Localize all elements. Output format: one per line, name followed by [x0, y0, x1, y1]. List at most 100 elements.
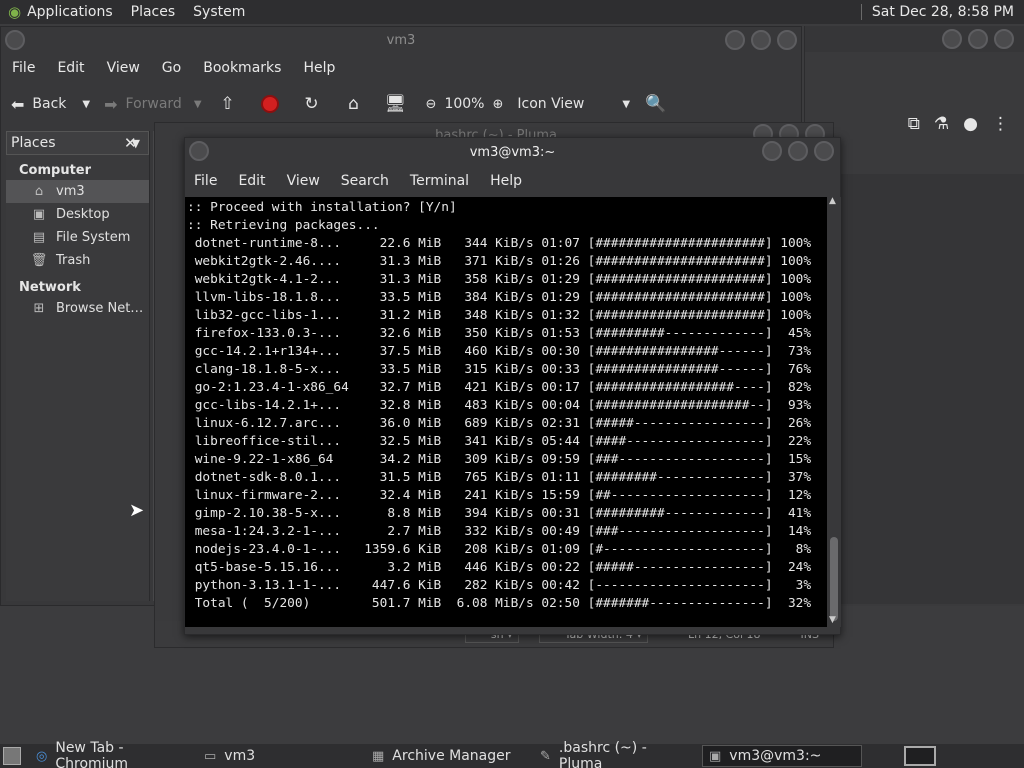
chromium-icon: ◎ [36, 748, 48, 764]
reload-icon[interactable]: ↻ [300, 92, 324, 116]
menu-help[interactable]: Help [303, 60, 335, 76]
chromium-page[interactable] [841, 174, 1024, 604]
extensions-icon[interactable]: ⧉ [908, 114, 920, 134]
menu-view[interactable]: View [107, 60, 140, 76]
file-manager-titlebar[interactable]: vm3 [1, 27, 801, 53]
places-sidebar: Places ▼ ✕ Computer ⌂ vm3 ▣ Desktop ▤ Fi… [6, 131, 150, 601]
forward-arrow-icon: ➡ [104, 94, 118, 114]
menu-edit[interactable]: Edit [238, 173, 265, 189]
sidebar-item-label: Browse Net… [56, 301, 144, 316]
task-label: New Tab - Chromium [55, 740, 129, 768]
sidebar-item-vm3[interactable]: ⌂ vm3 [6, 180, 149, 203]
close-button[interactable] [994, 29, 1014, 49]
menu-view[interactable]: View [287, 173, 320, 189]
chromium-titlebar[interactable] [805, 26, 1024, 52]
sidebar-section-network: Network [19, 280, 81, 295]
show-desktop-button[interactable] [3, 747, 21, 765]
labs-icon[interactable]: ⚗ [934, 114, 949, 134]
maximize-button[interactable] [751, 30, 771, 50]
sidebar-item-desktop[interactable]: ▣ Desktop [6, 203, 149, 226]
forward-label: Forward [125, 96, 182, 112]
terminal-output[interactable]: :: Proceed with installation? [Y/n]:: Re… [185, 197, 827, 627]
folder-icon: ▭ [204, 748, 217, 764]
terminal-line: clang-18.1.8-5-x... 33.5 MiB 315 KiB/s 0… [187, 362, 812, 377]
task-pluma[interactable]: ✎ .bashrc (~) - Pluma [534, 740, 694, 768]
text-editor-icon: ✎ [540, 748, 551, 764]
task-file-manager[interactable]: ▭ vm3 [198, 745, 358, 767]
terminal-line: Total ( 5/200) 501.7 MiB 6.08 MiB/s 02:5… [187, 596, 812, 611]
computer-icon[interactable]: 🖥 [384, 92, 408, 116]
menu-go[interactable]: Go [162, 60, 181, 76]
close-sidebar-icon[interactable]: ✕ [124, 134, 137, 152]
minimize-button[interactable] [725, 30, 745, 50]
terminal-title: vm3@vm3:~ [469, 144, 556, 160]
clock[interactable]: Sat Dec 28, 8:58 PM [860, 0, 1024, 24]
sidebar-item-label: Desktop [56, 207, 110, 222]
sidebar-item-browse-network[interactable]: ⊞ Browse Net… [6, 297, 149, 320]
terminal-window-buttons [762, 141, 834, 161]
workspace-switcher[interactable] [904, 746, 936, 766]
zoom-in-icon[interactable]: ⊕ [492, 97, 503, 112]
terminal-window[interactable]: vm3@vm3:~ File Edit View Search Terminal… [184, 137, 841, 635]
sidebar-item-file-system[interactable]: ▤ File System [6, 226, 149, 249]
menu-edit[interactable]: Edit [57, 60, 84, 76]
terminal-titlebar[interactable]: vm3@vm3:~ [185, 138, 840, 166]
terminal-menubar: File Edit View Search Terminal Help [185, 166, 840, 196]
zoom-control[interactable]: ⊖ 100% ⊕ [426, 96, 504, 112]
close-button[interactable] [814, 141, 834, 161]
places-menu[interactable]: Places [131, 4, 176, 20]
home-icon[interactable]: ⌂ [342, 92, 366, 116]
up-icon[interactable]: ⇧ [216, 92, 240, 116]
view-mode-select[interactable]: Icon View ▼ [517, 96, 630, 112]
archive-icon: ▦ [372, 748, 385, 764]
forward-history-dropdown-icon[interactable]: ▼ [194, 99, 202, 110]
mate-logo-icon[interactable]: ◉ [8, 3, 21, 21]
terminal-line: nodejs-23.4.0-1-... 1359.6 KiB 208 KiB/s… [187, 542, 812, 557]
menu-help[interactable]: Help [490, 173, 522, 189]
maximize-button[interactable] [968, 29, 988, 49]
panel-separator [860, 4, 862, 20]
more-menu-icon[interactable]: ⋮ [992, 114, 1009, 134]
menu-bookmarks[interactable]: Bookmarks [203, 60, 281, 76]
task-label: vm3 [224, 748, 256, 764]
menu-terminal[interactable]: Terminal [410, 173, 469, 189]
scroll-up-icon[interactable]: ▲ [829, 196, 836, 206]
terminal-line: gimp-2.10.38-5-x... 8.8 MiB 394 KiB/s 00… [187, 506, 812, 521]
task-label: .bashrc (~) - Pluma [558, 740, 647, 768]
back-history-dropdown-icon[interactable]: ▼ [82, 99, 90, 110]
task-archive-manager[interactable]: ▦ Archive Manager [366, 745, 526, 767]
sidebar-item-trash[interactable]: 🗑 Trash [6, 249, 149, 272]
task-terminal[interactable]: ▣ vm3@vm3:~ [702, 745, 862, 767]
scrollbar-thumb[interactable] [830, 537, 838, 621]
close-button[interactable] [777, 30, 797, 50]
terminal-scrollbar[interactable]: ▲ ▼ [827, 196, 841, 627]
terminal-line: webkit2gtk-4.1-2... 31.3 MiB 358 KiB/s 0… [187, 272, 812, 287]
applications-menu[interactable]: Applications [27, 4, 113, 20]
menu-file[interactable]: File [194, 173, 217, 189]
window-menu-button[interactable] [5, 30, 25, 50]
stop-button[interactable] [258, 92, 282, 116]
trash-icon: 🗑 [30, 253, 48, 268]
maximize-button[interactable] [788, 141, 808, 161]
clock-text[interactable]: Sat Dec 28, 8:58 PM [872, 4, 1014, 20]
sidebar-section-computer: Computer [19, 163, 92, 178]
task-chromium[interactable]: ◎ New Tab - Chromium [30, 740, 190, 768]
minimize-button[interactable] [942, 29, 962, 49]
terminal-line: :: Proceed with installation? [Y/n] [187, 200, 457, 215]
zoom-level[interactable]: 100% [444, 96, 484, 112]
profile-icon[interactable]: ● [963, 114, 978, 134]
search-icon[interactable]: 🔍 [644, 92, 668, 116]
minimize-button[interactable] [762, 141, 782, 161]
view-mode-dropdown-icon: ▼ [622, 98, 631, 110]
sidebar-item-label: Trash [56, 253, 91, 268]
menu-file[interactable]: File [12, 60, 35, 76]
zoom-out-icon[interactable]: ⊖ [426, 97, 437, 112]
back-button[interactable]: ⬅ Back ▼ [11, 95, 90, 114]
terminal-line: dotnet-sdk-8.0.1... 31.5 MiB 765 KiB/s 0… [187, 470, 812, 485]
task-label: vm3@vm3:~ [729, 748, 822, 764]
window-menu-button[interactable] [189, 141, 209, 161]
menu-search[interactable]: Search [341, 173, 389, 189]
forward-button[interactable]: ➡ Forward ▼ [104, 95, 201, 114]
scroll-down-icon[interactable]: ▼ [829, 615, 836, 625]
system-menu[interactable]: System [193, 4, 245, 20]
